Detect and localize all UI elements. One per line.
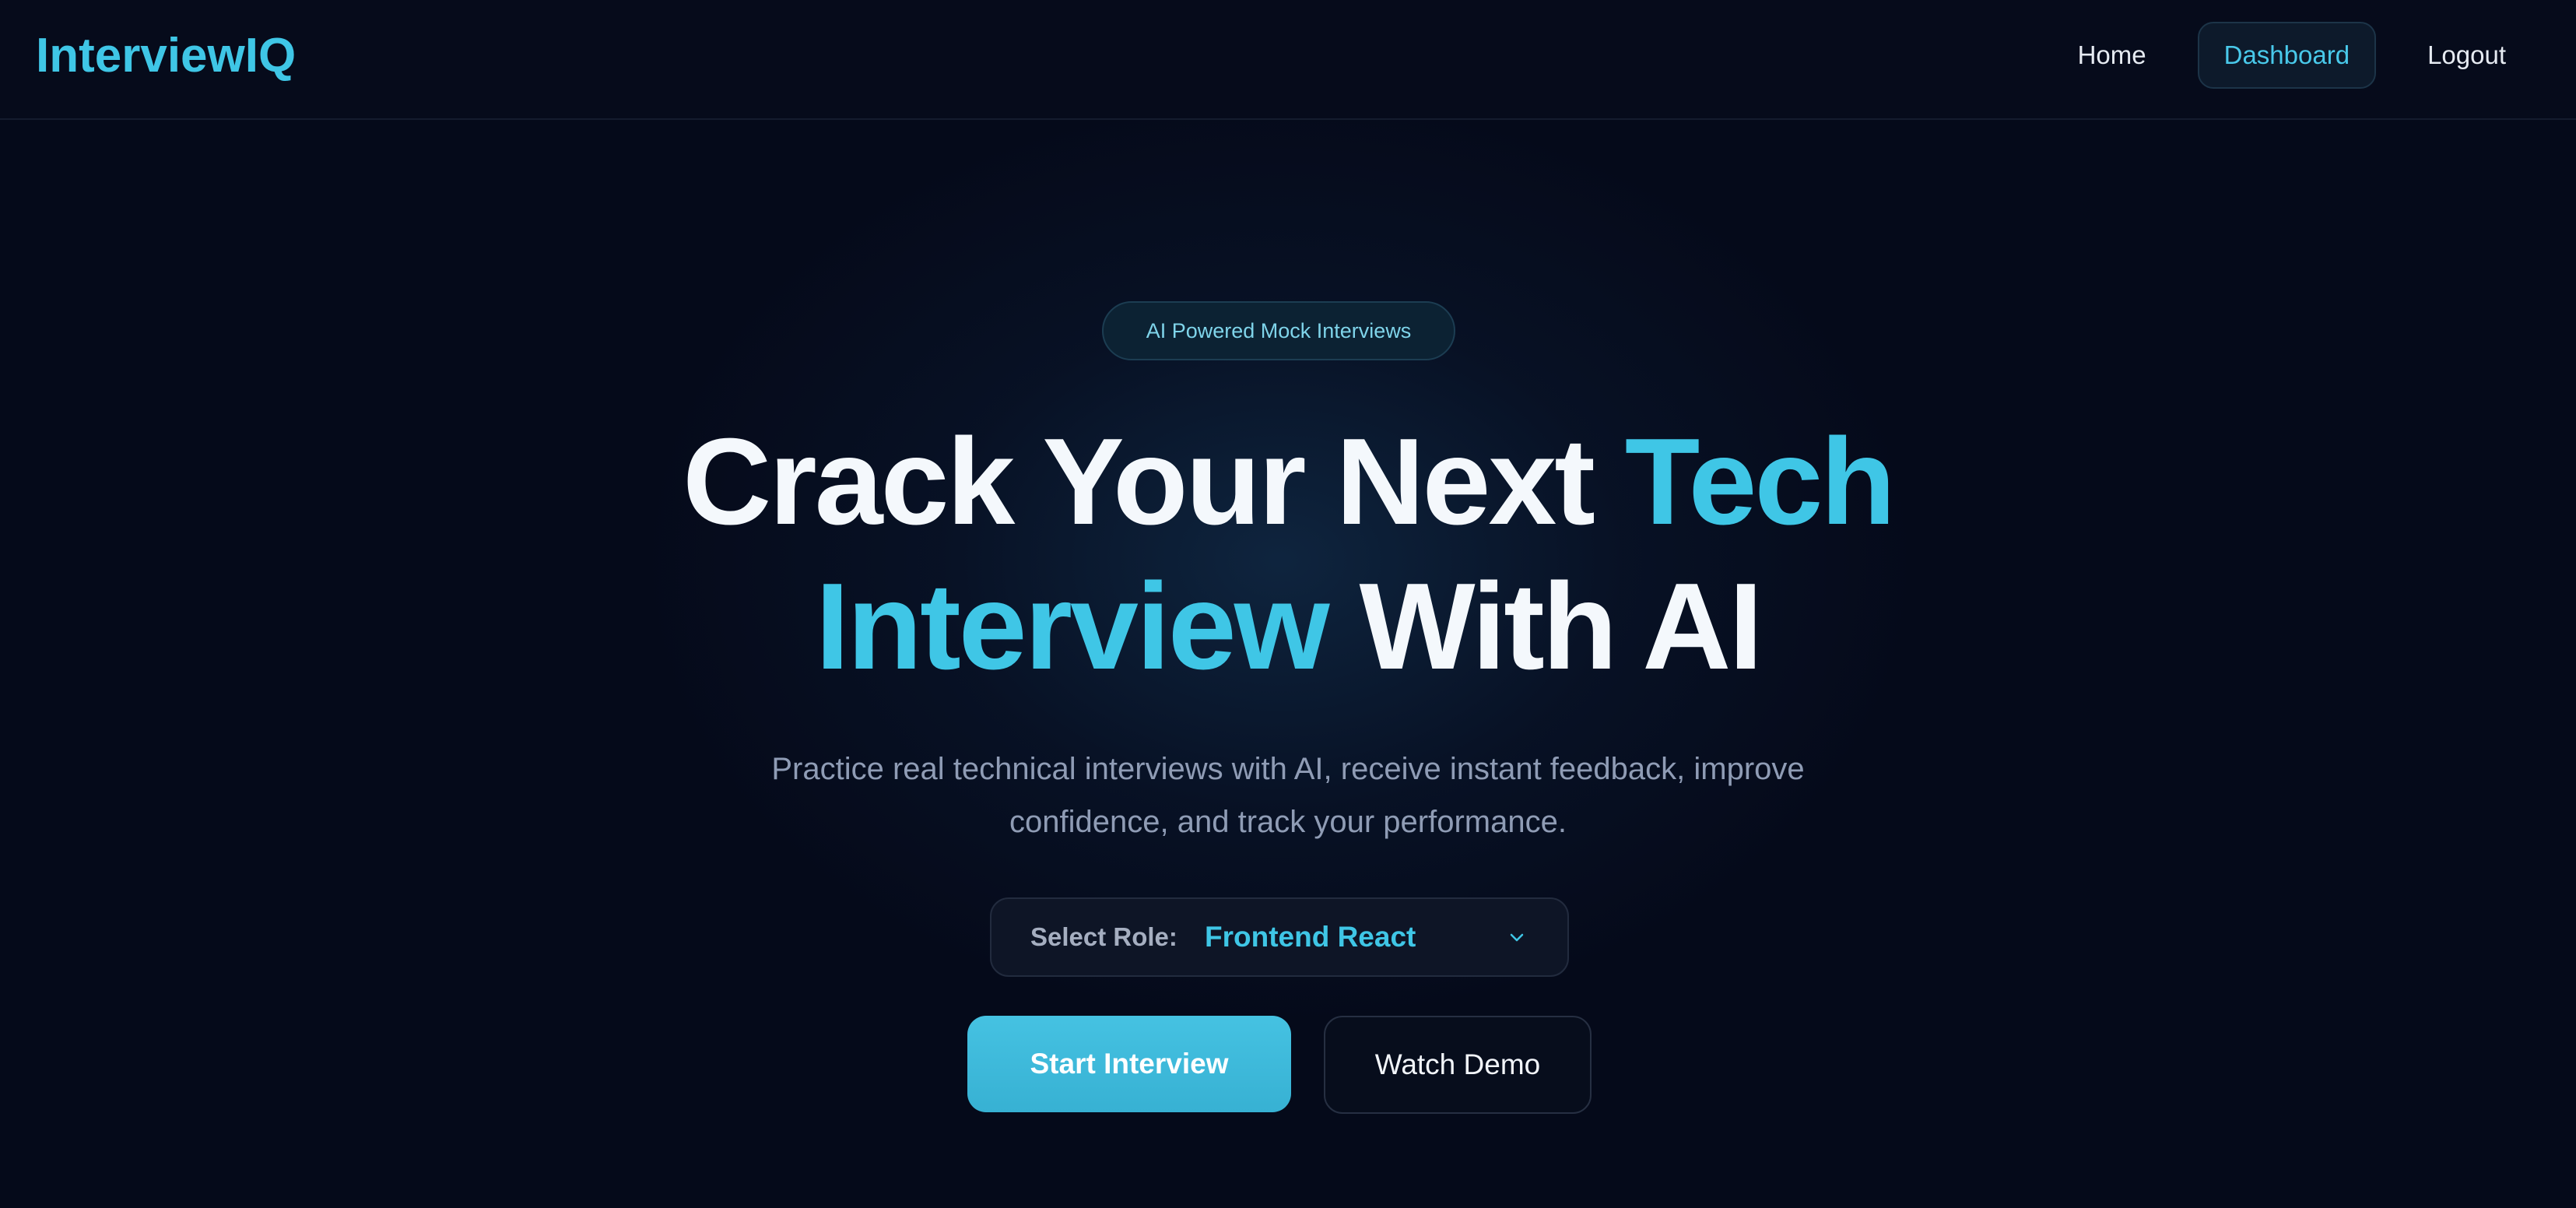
headline-accent-interview: Interview [815,558,1330,695]
hero-subtitle: Practice real technical interviews with … [665,743,1911,848]
top-navbar: InterviewIQ Home Dashboard Logout [0,0,2576,120]
nav-link-logout[interactable]: Logout [2407,22,2526,89]
headline-accent-tech: Tech [1624,413,1896,550]
role-select-value[interactable]: Frontend React [1205,899,1416,975]
subtitle-line-2: confidence, and track your performance. [1009,805,1567,839]
role-select-label: Select Role: [1030,922,1177,951]
headline-text-1: Crack Your Next [683,413,1625,550]
subtitle-line-1: Practice real technical interviews with … [771,752,1805,786]
watch-demo-button[interactable]: Watch Demo [1324,1016,1592,1114]
nav-link-dashboard[interactable]: Dashboard [2197,22,2377,89]
hero-badge: AI Powered Mock Interviews [1102,301,1455,360]
headline-text-2: With AI [1327,558,1764,695]
hero-section: AI Powered Mock Interviews Crack Your Ne… [0,120,2576,1208]
hero-headline: Crack Your Next Tech Interview With AI [0,409,2576,699]
nav-link-home[interactable]: Home [2058,22,2167,89]
app-logo[interactable]: InterviewIQ [36,28,296,83]
chevron-down-icon[interactable] [1507,927,1527,947]
nav-links: Home Dashboard Logout [2058,22,2526,89]
role-select-dropdown[interactable]: Select Role: Frontend React [990,897,1569,977]
start-interview-button[interactable]: Start Interview [967,1016,1291,1112]
